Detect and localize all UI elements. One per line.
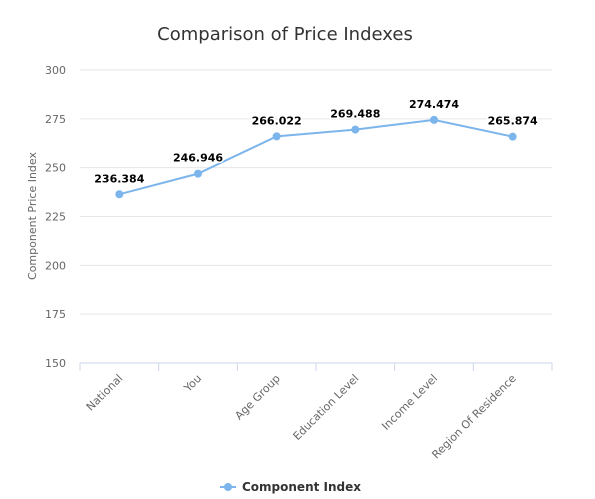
y-tick-label: 200 [45, 259, 66, 272]
data-point [351, 125, 360, 134]
y-tick-label: 275 [45, 113, 66, 126]
y-axis-ticks: 150 175 200 225 250 275 300 [45, 64, 66, 370]
data-point [194, 169, 202, 178]
series-component-index: 236.384 246.946 266.022 269.488 274.474 265.8… [93, 96, 540, 199]
x-axis-ticks: National You Age Group Education Level Incom… [79, 363, 553, 462]
y-tick-label: 225 [45, 211, 66, 224]
data-point [115, 190, 124, 199]
y-tick-label: 150 [45, 357, 66, 370]
y-tick-label: 300 [45, 64, 66, 77]
line-chart: Comparison of Price Indexes 150 175 200 225… [26, 24, 553, 494]
x-tick-label: Age Group [232, 372, 282, 422]
legend-dot-marker [224, 483, 232, 491]
x-tick-label: National [84, 372, 126, 414]
x-tick-label: Income Level [379, 372, 440, 433]
data-label: 269.488 [330, 108, 380, 121]
data-point [508, 132, 517, 141]
data-label: 236.384 [94, 172, 144, 185]
legend-label: Component Index [242, 480, 361, 494]
y-tick-label: 175 [45, 308, 66, 321]
gridlines [80, 69, 552, 315]
x-tick-label: Education Level [291, 372, 362, 443]
y-tick-label: 250 [45, 162, 66, 175]
data-label: 265.874 [488, 115, 538, 128]
chart-title: Comparison of Price Indexes [157, 24, 413, 45]
data-point [430, 115, 438, 124]
data-point [272, 132, 281, 141]
legend[interactable]: Component Index [220, 480, 361, 494]
x-tick-label: You [181, 372, 204, 395]
data-label: 274.474 [409, 98, 459, 111]
data-label: 266.022 [252, 114, 302, 127]
y-axis-label: Component Price Index [26, 152, 39, 280]
data-label: 246.946 [173, 152, 223, 165]
x-tick-label: Region Of Residence [429, 372, 519, 462]
